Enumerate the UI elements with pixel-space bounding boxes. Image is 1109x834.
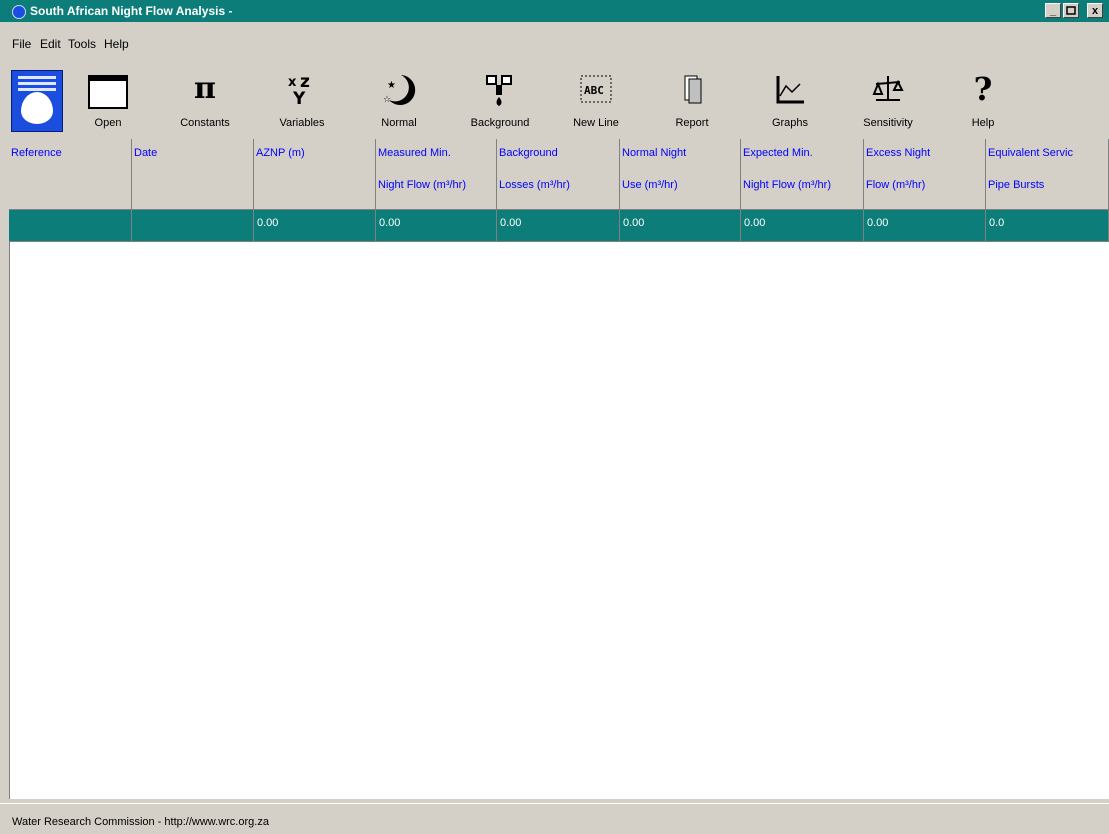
menu-tools[interactable]: Tools xyxy=(68,37,96,51)
report-button[interactable]: Report xyxy=(652,62,732,134)
table-cell[interactable]: 0.00 xyxy=(497,210,620,242)
sensitivity-button[interactable]: Sensitivity xyxy=(848,62,928,134)
menu-bar: File Edit Tools Help xyxy=(0,33,1109,55)
svg-text:ABC: ABC xyxy=(584,84,604,97)
window-title: South African Night Flow Analysis - xyxy=(30,4,233,18)
new-line-icon: ABC xyxy=(556,72,636,106)
column-header[interactable]: Normal Night Use (m³/hr) xyxy=(620,139,741,210)
title-bar[interactable]: South African Night Flow Analysis - _ x xyxy=(0,0,1109,22)
moon-stars-icon: ★ ☆ xyxy=(359,72,439,106)
normal-button[interactable]: ★ ☆ Normal xyxy=(359,62,439,134)
app-logo xyxy=(11,70,63,132)
scale-icon xyxy=(848,72,928,106)
close-button[interactable]: x xyxy=(1087,3,1103,18)
new-line-button[interactable]: ABC New Line xyxy=(556,62,636,134)
table-cell[interactable]: 0.00 xyxy=(741,210,864,242)
data-grid: Reference Date AZNP (m) Measured Min. Nig… xyxy=(9,139,1109,242)
column-header[interactable]: Excess Night Flow (m³/hr) xyxy=(864,139,986,210)
column-header[interactable]: Expected Min. Night Flow (m³/hr) xyxy=(741,139,864,210)
open-button[interactable]: Open xyxy=(68,62,148,134)
table-cell[interactable] xyxy=(9,210,132,242)
table-cell[interactable]: 0.00 xyxy=(254,210,376,242)
xyz-icon: xzY xyxy=(262,72,342,109)
menu-edit[interactable]: Edit xyxy=(40,37,61,51)
table-cell[interactable]: 0.00 xyxy=(620,210,741,242)
grid-workspace[interactable] xyxy=(9,242,1109,799)
constants-button[interactable]: π Constants xyxy=(165,62,245,134)
status-text: Water Research Commission - http://www.w… xyxy=(12,816,269,828)
menu-file[interactable]: File xyxy=(12,37,31,51)
table-cell[interactable]: 0.00 xyxy=(376,210,497,242)
svg-text:★: ★ xyxy=(387,80,396,91)
tap-drip-icon xyxy=(460,72,540,106)
column-header[interactable]: AZNP (m) xyxy=(254,139,376,210)
folder-icon xyxy=(68,72,148,109)
table-cell[interactable]: 0.00 xyxy=(864,210,986,242)
maximize-button[interactable] xyxy=(1063,3,1079,18)
svg-text:☆: ☆ xyxy=(383,95,391,105)
graphs-button[interactable]: Graphs xyxy=(750,62,830,134)
graph-icon xyxy=(750,72,830,106)
column-header[interactable]: Reference xyxy=(9,139,132,210)
pi-icon: π xyxy=(194,71,216,106)
svg-text:Y: Y xyxy=(292,89,306,106)
help-button[interactable]: ? Help xyxy=(943,62,1023,134)
maximize-icon xyxy=(1066,6,1076,15)
table-cell[interactable]: 0.0 xyxy=(986,210,1109,242)
column-header[interactable]: Date xyxy=(132,139,254,210)
variables-button[interactable]: xzY Variables xyxy=(262,62,342,134)
water-drop-icon xyxy=(12,5,26,19)
report-icon xyxy=(652,72,732,106)
question-icon: ? xyxy=(973,70,993,108)
column-header[interactable]: Measured Min. Night Flow (m³/hr) xyxy=(376,139,497,210)
column-header[interactable]: Background Losses (m³/hr) xyxy=(497,139,620,210)
status-bar: Water Research Commission - http://www.w… xyxy=(0,803,1109,834)
minimize-button[interactable]: _ xyxy=(1045,3,1061,18)
column-header[interactable]: Equivalent Servic Pipe Bursts xyxy=(986,139,1109,210)
menu-help[interactable]: Help xyxy=(104,37,129,51)
table-cell[interactable] xyxy=(132,210,254,242)
background-button[interactable]: Background xyxy=(460,62,540,134)
svg-text:x: x xyxy=(288,75,297,90)
